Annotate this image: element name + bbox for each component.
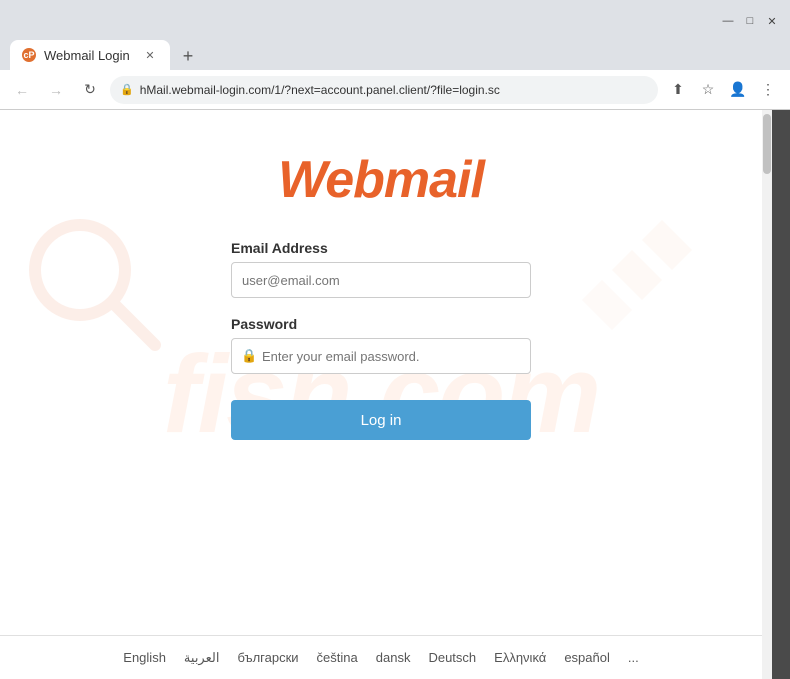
address-text: hMail.webmail-login.com/1/?next=account.… <box>140 83 648 97</box>
password-label: Password <box>231 316 531 332</box>
share-button[interactable]: ⬆ <box>664 76 692 104</box>
tab-favicon: cP <box>22 48 36 62</box>
password-input[interactable] <box>231 338 531 374</box>
close-button[interactable]: ✕ <box>764 13 780 29</box>
reload-button[interactable]: ↻ <box>76 76 104 104</box>
tab-bar: cP Webmail Login ✕ + <box>0 36 790 70</box>
lang-english[interactable]: English <box>123 650 166 665</box>
login-button[interactable]: Log in <box>231 400 531 440</box>
address-bar[interactable]: 🔒 hMail.webmail-login.com/1/?next=accoun… <box>110 76 658 104</box>
page-content: fish.com Webmail Email Address Password … <box>0 110 762 679</box>
password-form-group: Password 🔒 <box>231 316 531 374</box>
new-tab-button[interactable]: + <box>174 42 202 70</box>
tab-close-button[interactable]: ✕ <box>142 47 158 63</box>
lang-bulgarian[interactable]: български <box>237 650 298 665</box>
email-input[interactable] <box>231 262 531 298</box>
lang-czech[interactable]: čeština <box>317 650 358 665</box>
window-controls[interactable]: — □ ✕ <box>720 13 780 29</box>
profile-button[interactable]: 👤 <box>724 76 752 104</box>
login-container: Webmail Email Address Password 🔒 Log in <box>0 110 762 440</box>
nav-bar: ← → ↻ 🔒 hMail.webmail-login.com/1/?next=… <box>0 70 790 110</box>
bookmark-button[interactable]: ☆ <box>694 76 722 104</box>
email-form-group: Email Address <box>231 240 531 298</box>
lock-icon: 🔒 <box>120 83 134 96</box>
nav-actions: ⬆ ☆ 👤 ⋮ <box>664 76 782 104</box>
email-label: Email Address <box>231 240 531 256</box>
active-tab[interactable]: cP Webmail Login ✕ <box>10 40 170 70</box>
lang-arabic[interactable]: العربية <box>184 650 220 666</box>
browser-chrome: — □ ✕ cP Webmail Login ✕ + ← → ↻ 🔒 hMail… <box>0 0 790 110</box>
password-lock-icon: 🔒 <box>241 348 257 364</box>
title-bar: — □ ✕ <box>0 0 790 36</box>
back-button[interactable]: ← <box>8 76 36 104</box>
lang-german[interactable]: Deutsch <box>428 650 476 665</box>
scrollbar[interactable] <box>762 110 772 679</box>
scrollbar-thumb[interactable] <box>763 114 771 174</box>
browser-body: fish.com Webmail Email Address Password … <box>0 110 790 679</box>
maximize-button[interactable]: □ <box>742 13 758 29</box>
menu-button[interactable]: ⋮ <box>754 76 782 104</box>
webmail-logo: Webmail <box>278 150 484 210</box>
language-bar: English العربية български čeština dansk … <box>0 635 762 679</box>
minimize-button[interactable]: — <box>720 13 736 29</box>
lang-spanish[interactable]: español <box>564 650 610 665</box>
password-input-wrap: 🔒 <box>231 338 531 374</box>
lang-more[interactable]: ... <box>628 650 639 665</box>
forward-button[interactable]: → <box>42 76 70 104</box>
tab-title: Webmail Login <box>44 48 130 63</box>
lang-danish[interactable]: dansk <box>376 650 411 665</box>
lang-greek[interactable]: Ελληνικά <box>494 650 546 665</box>
